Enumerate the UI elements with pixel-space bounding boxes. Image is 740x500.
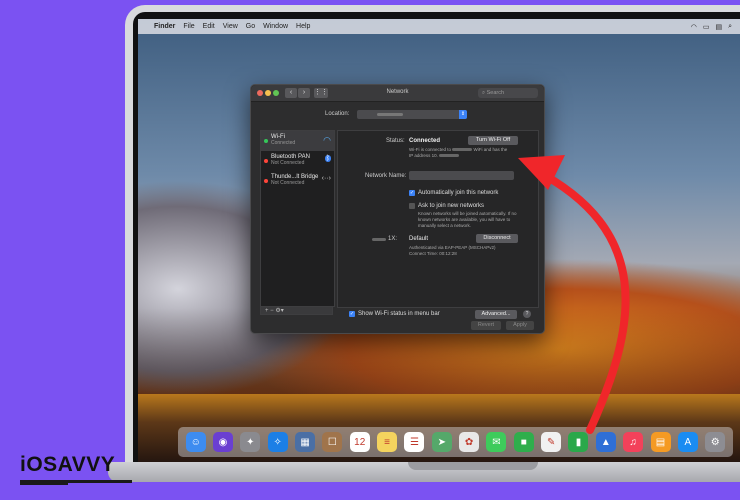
logo-underline-short [20, 483, 68, 485]
arrow-shaft [531, 166, 630, 434]
annotation-arrow [518, 155, 630, 434]
brand-logo: iOSAVVY [20, 453, 116, 476]
